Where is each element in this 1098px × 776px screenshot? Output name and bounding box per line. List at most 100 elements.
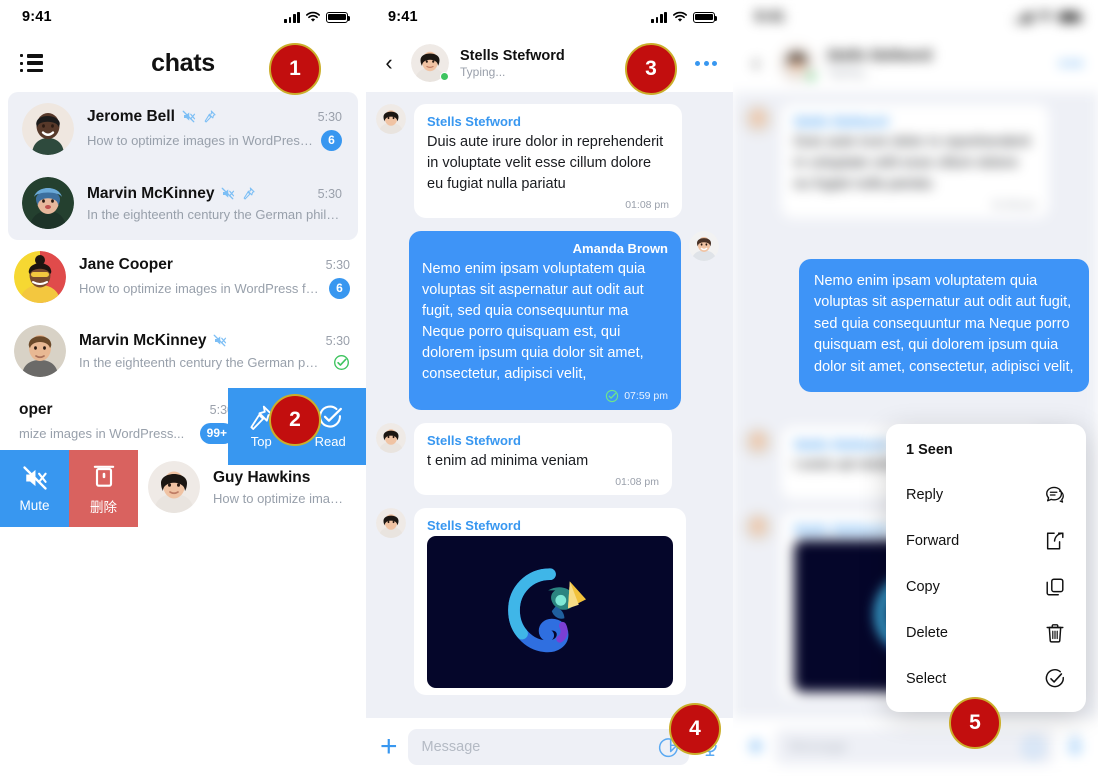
message-bubble[interactable]: Stells Stefword Duis aute irure dolor in… xyxy=(414,104,682,219)
chat-list-item[interactable]: Jerome Bell 5:30 How to optimize images … xyxy=(8,92,358,166)
swipe-action-mute[interactable]: Mute xyxy=(0,450,69,527)
chat-item-preview: How to optimize images in WordPress for.… xyxy=(87,132,313,148)
mute-icon xyxy=(182,110,195,123)
unread-badge: 6 xyxy=(321,129,342,151)
context-menu-item-reply[interactable]: Reply xyxy=(886,472,1086,518)
chat-item-top: Marvin McKinney 5:30 xyxy=(79,332,350,350)
message-row: Stells Stefword t enim ad minima veniam … xyxy=(376,423,719,496)
context-menu-label: Select xyxy=(906,671,947,687)
context-menu-item-delete[interactable]: Delete xyxy=(886,610,1086,656)
avatar xyxy=(376,423,406,454)
status-bar-left: 9:41 xyxy=(0,0,366,34)
message-meta: 01:08 pm xyxy=(427,199,669,211)
context-menu-panel: 9:41 ‹ Stells Stefword Typing... Stells … xyxy=(733,0,1098,776)
swipe-actions-left: Mute 删除 xyxy=(0,450,138,527)
message-meta: 07:59 pm xyxy=(422,389,668,403)
battery-full-icon xyxy=(326,11,351,23)
message-bubble[interactable]: Stells Stefword t enim ad minima veniam … xyxy=(414,423,672,496)
chat-item-time: 5:30 xyxy=(317,186,342,201)
avatar xyxy=(376,508,406,539)
context-menu-item-forward[interactable]: Forward xyxy=(886,518,1086,564)
swipe-action-delete[interactable]: 删除 xyxy=(69,450,138,527)
chat-item-time: 5:30 xyxy=(325,333,350,348)
message-input[interactable] xyxy=(421,739,649,755)
wifi-icon xyxy=(673,11,687,22)
avatar xyxy=(14,325,66,377)
pin-icon xyxy=(244,187,256,200)
trash-icon xyxy=(1046,624,1064,643)
annotation-marker-1: 1 xyxy=(269,43,321,95)
annotation-marker-4: 4 xyxy=(669,703,721,755)
avatar xyxy=(22,103,74,155)
chat-item-top: Guy Hawkins xyxy=(213,469,350,487)
context-menu-item-copy[interactable]: Copy xyxy=(886,564,1086,610)
message-bubble[interactable]: Amanda Brown Nemo enim ipsam voluptatem … xyxy=(409,231,681,411)
highlighted-message-bubble[interactable]: Nemo enim ipsam voluptatem quia voluptas… xyxy=(799,259,1089,393)
mute-icon xyxy=(222,187,235,200)
chat-list-item[interactable]: Mute 删除 Guy Hawkins How to optimize imag… xyxy=(0,450,366,527)
swipe-action-label: Top xyxy=(250,434,272,449)
more-dots-icon xyxy=(1060,60,1082,66)
chat-item-time: 5:30 xyxy=(325,257,350,272)
context-menu-label: Reply xyxy=(906,487,944,503)
trash-icon xyxy=(93,465,114,487)
chat-item-top: oper 5:30 xyxy=(19,401,234,419)
chat-item-preview: How to optimize images in W xyxy=(213,490,350,506)
chat-item-name: Guy Hawkins xyxy=(213,468,311,486)
pin-icon xyxy=(204,110,216,123)
message-bubble[interactable]: Stells Stefword xyxy=(414,508,686,696)
conversation-title-block: Stells Stefword Typing... xyxy=(827,48,1049,79)
annotation-marker-3: 3 xyxy=(625,43,677,95)
chat-list-item[interactable]: Marvin McKinney 5:30 In the eighteenth c… xyxy=(8,166,358,240)
context-menu-item-select[interactable]: Select xyxy=(886,656,1086,702)
mute-icon xyxy=(214,334,227,347)
wifi-icon xyxy=(1038,11,1052,22)
chat-item-bottom: How to optimize images in WordPress for.… xyxy=(87,129,342,151)
avatar xyxy=(376,104,406,134)
message-sender: Stells Stefword xyxy=(427,114,521,129)
message-meta: 01:08 pm xyxy=(427,476,659,488)
avatar xyxy=(22,177,74,229)
chat-item-name: Marvin McKinney xyxy=(79,331,207,349)
wifi-icon xyxy=(306,11,320,22)
message-context-menu: 1 Seen Reply Forward Copy Delete Select xyxy=(886,424,1086,712)
signal-bars-icon xyxy=(651,11,667,23)
status-time: 9:41 xyxy=(388,9,418,25)
plus-icon[interactable]: + xyxy=(380,732,398,762)
more-dots-icon[interactable] xyxy=(695,60,717,66)
message-composer: + xyxy=(733,718,1098,776)
reply-bubble-icon xyxy=(1046,486,1064,503)
status-time: 9:41 xyxy=(22,9,52,25)
status-indicators xyxy=(284,11,351,23)
microphone-icon xyxy=(1068,736,1082,757)
status-bar-right: 9:41 xyxy=(733,0,1098,34)
sticker-icon xyxy=(1024,738,1043,757)
status-bar-mid: 9:41 xyxy=(366,0,733,34)
context-menu-title: 1 Seen xyxy=(906,442,953,458)
signal-bars-icon xyxy=(1016,11,1032,23)
chat-item-body: Jane Cooper 5:30 How to optimize images … xyxy=(79,256,350,299)
context-menu-label: Forward xyxy=(906,533,960,549)
message-sender: Stells Stefword xyxy=(427,518,521,534)
message-time: 07:59 pm xyxy=(624,390,668,403)
check-circle-icon xyxy=(334,354,349,370)
back-chevron-icon[interactable]: ‹ xyxy=(378,52,400,74)
chat-list-item[interactable]: Jane Cooper 5:30 How to optimize images … xyxy=(0,240,366,314)
check-circle-icon xyxy=(1045,669,1064,688)
message-sender: Stells Stefword xyxy=(794,114,888,129)
conversation-header: ‹ Stells Stefword Typing... xyxy=(366,34,733,92)
chats-list-panel: 9:41 chats Jerome Bell 5:30 How to optim… xyxy=(0,0,366,776)
chat-list-item[interactable]: Marvin McKinney 5:30 In the eighteenth c… xyxy=(0,314,366,388)
chat-item-bottom: mize images in WordPress... 99+ xyxy=(19,422,234,444)
selected-chat-group: Jerome Bell 5:30 How to optimize images … xyxy=(8,92,358,240)
message-row: Amanda Brown Nemo enim ipsam voluptatem … xyxy=(376,231,719,411)
avatar[interactable] xyxy=(411,44,449,82)
chat-conversation-panel: 9:41 ‹ Stells Stefword Typing... Stells … xyxy=(366,0,733,776)
message-input-wrapper[interactable] xyxy=(407,729,689,765)
chameleon-logo-image[interactable] xyxy=(427,536,673,689)
message-row: Stells Stefword Duis aute irure dolor in… xyxy=(376,104,719,219)
message-bubble: Stells Stefword Duis aute irure dolor in… xyxy=(781,104,1049,219)
chat-item-top: Jane Cooper 5:30 xyxy=(79,256,350,274)
online-status-dot xyxy=(807,72,816,81)
chat-item-name: Jerome Bell xyxy=(87,107,175,125)
